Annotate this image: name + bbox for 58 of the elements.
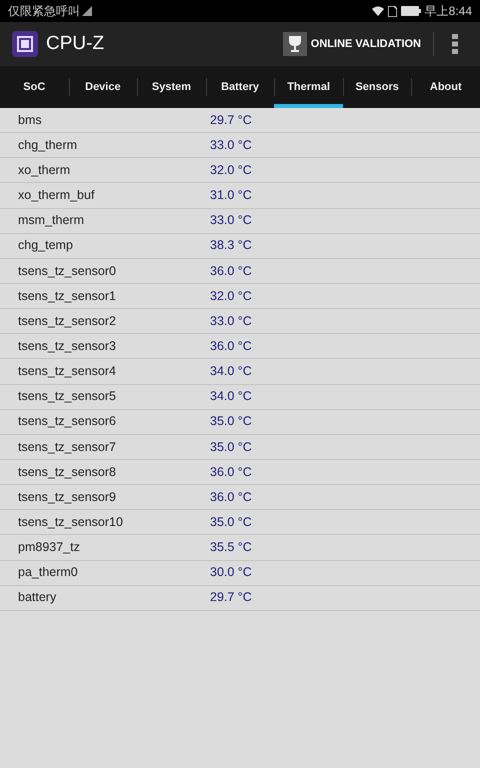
app-title: CPU-Z [46, 32, 104, 56]
sensor-name: tsens_tz_sensor0 [17, 262, 117, 280]
more-menu-icon[interactable] [452, 34, 458, 54]
sensor-name: tsens_tz_sensor8 [17, 464, 117, 481]
sensor-name: pa_therm0 [17, 564, 79, 582]
temperature-value: 35.0 °C [210, 438, 252, 456]
tab[interactable]: Device [68, 66, 138, 108]
temperature-value: 33.0 °C [210, 312, 252, 330]
temperature-value: 31.0 °C [210, 187, 252, 204]
online-validation-button[interactable]: ONLINE VALIDATION [282, 32, 434, 56]
temperature-value: 34.0 °C [210, 388, 252, 406]
no-signal-icon [82, 6, 92, 16]
tab[interactable]: Thermal [274, 66, 343, 108]
sensor-name: bms [17, 112, 43, 129]
carrier-text: 仅限紧急呼叫 [8, 3, 80, 20]
sensor-name: msm_therm [17, 212, 85, 230]
tab[interactable]: Sensors [342, 66, 412, 108]
sensor-name: chg_therm [17, 136, 78, 154]
temperature-value: 29.7 °C [210, 589, 252, 606]
temperature-value: 36.0 °C [210, 338, 252, 355]
sim-icon [388, 6, 397, 16]
temperature-value: 35.5 °C [210, 539, 252, 556]
sensor-name: tsens_tz_sensor4 [17, 363, 117, 380]
sensor-name: tsens_tz_sensor5 [17, 388, 117, 406]
temperature-value: 38.3 °C [210, 237, 252, 254]
trophy-icon [282, 32, 307, 56]
sensor-name: tsens_tz_sensor6 [17, 413, 117, 430]
temperature-value: 36.0 °C [210, 488, 252, 506]
sensor-name: tsens_tz_sensor2 [17, 312, 117, 330]
tab[interactable]: About [411, 66, 480, 108]
tab[interactable]: SoC [0, 66, 69, 108]
temperature-value: 35.0 °C [210, 413, 252, 430]
tab[interactable]: System [137, 66, 206, 108]
temperature-value: 36.0 °C [210, 262, 252, 280]
chip-icon [12, 31, 38, 57]
sensor-name: xo_therm_buf [17, 187, 96, 204]
sensor-name: tsens_tz_sensor7 [17, 438, 117, 456]
temperature-value: 30.0 °C [210, 564, 252, 582]
sensor-name: tsens_tz_sensor3 [17, 338, 117, 355]
wifi-icon [372, 6, 384, 16]
temperature-value: 32.0 °C [210, 162, 252, 179]
tab[interactable]: Battery [206, 66, 274, 108]
sensor-name: tsens_tz_sensor9 [17, 488, 117, 506]
clock-text: 早上8:44 [424, 3, 472, 20]
sensor-name: chg_temp [17, 237, 74, 254]
sensor-name: xo_therm [17, 162, 72, 179]
temperature-value: 35.0 °C [210, 514, 252, 531]
temperature-value: 29.7 °C [210, 112, 252, 129]
temperature-value: 33.0 °C [210, 212, 252, 230]
sensor-name: battery [17, 589, 58, 606]
battery-icon [400, 6, 421, 16]
temperature-value: 32.0 °C [210, 288, 252, 305]
sensor-name: tsens_tz_sensor10 [17, 514, 124, 531]
temperature-value: 36.0 °C [210, 464, 252, 481]
temperature-value: 34.0 °C [210, 363, 252, 380]
sensor-name: pm8937_tz [17, 539, 81, 556]
sensor-name: tsens_tz_sensor1 [17, 288, 117, 305]
temperature-value: 33.0 °C [210, 136, 252, 154]
